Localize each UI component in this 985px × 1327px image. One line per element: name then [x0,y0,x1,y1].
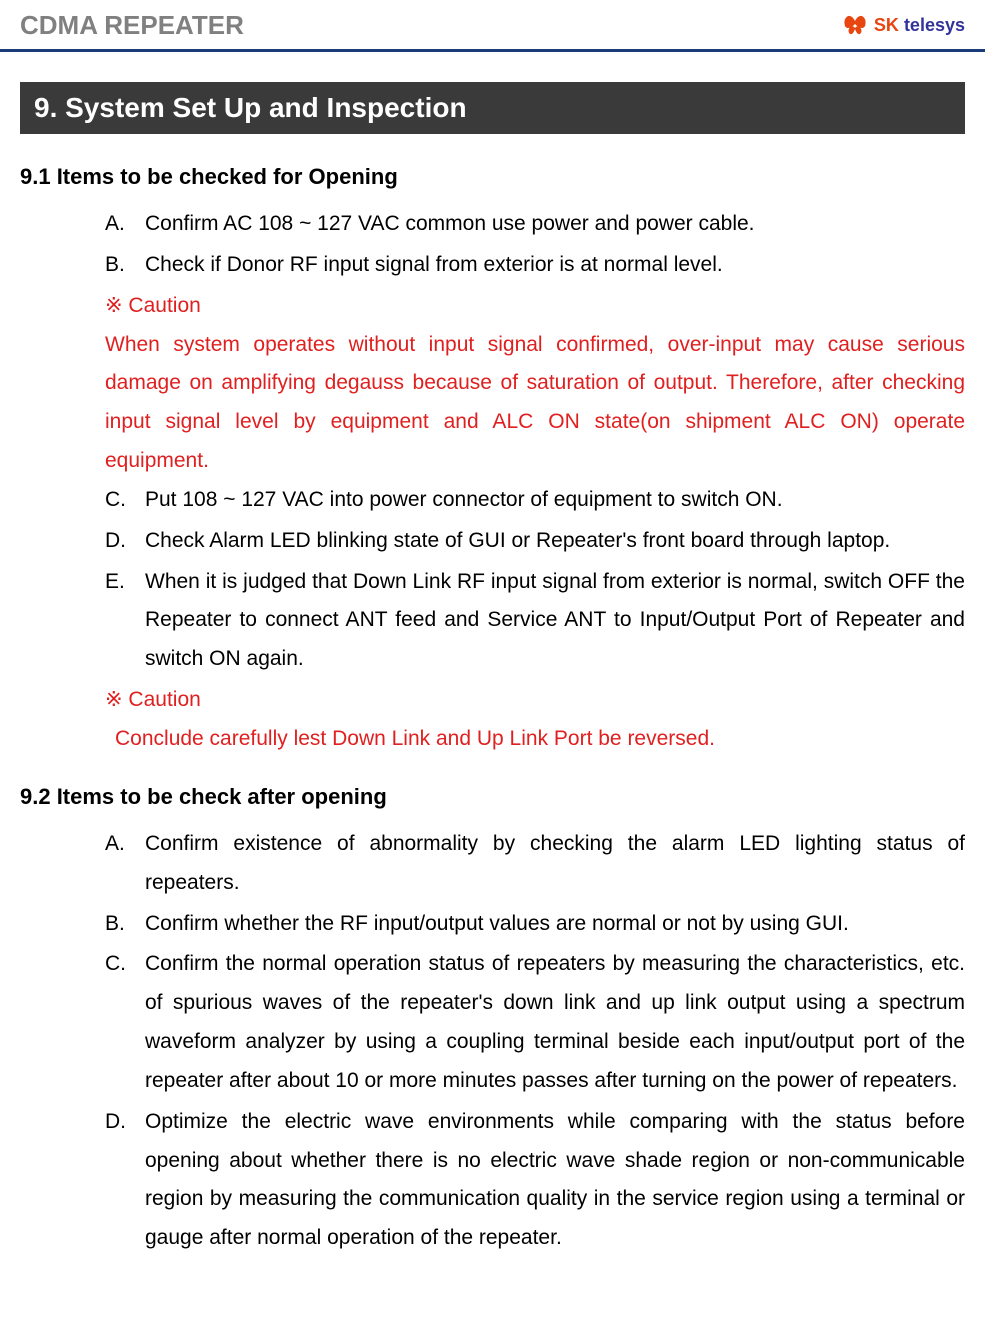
item-text: Put 108 ~ 127 VAC into power connector o… [145,488,783,511]
subsection-9-1: 9.1 Items to be checked for Opening A. C… [20,164,965,759]
list-item: C. Confirm the normal operation status o… [105,945,965,1100]
list-item: A. Confirm existence of abnormality by c… [105,825,965,903]
item-letter: C. [105,481,126,520]
logo-telesys-text: telesys [899,15,965,35]
butterfly-icon [840,11,870,41]
item-text: When it is judged that Down Link RF inpu… [145,570,965,671]
item-letter: D. [105,1103,126,1142]
item-text: Confirm AC 108 ~ 127 VAC common use powe… [145,212,755,235]
list-item: D. Optimize the electric wave environmen… [105,1103,965,1258]
list-item: C. Put 108 ~ 127 VAC into power connecto… [105,481,965,520]
caution-text: When system operates without input signa… [20,326,965,481]
item-text: Confirm existence of abnormality by chec… [145,832,965,894]
caution-text: Conclude carefully lest Down Link and Up… [20,720,965,759]
caution-label: ※ Caution [20,681,965,720]
page-header: CDMA REPEATER SK telesys [0,0,985,52]
logo: SK telesys [840,11,965,41]
item-letter: A. [105,205,125,244]
item-list-9-1: A. Confirm AC 108 ~ 127 VAC common use p… [20,205,965,285]
item-list-9-2: A. Confirm existence of abnormality by c… [20,825,965,1258]
item-list-9-1-cont: C. Put 108 ~ 127 VAC into power connecto… [20,481,965,679]
list-item: A. Confirm AC 108 ~ 127 VAC common use p… [105,205,965,244]
section-header: 9. System Set Up and Inspection [20,82,965,134]
item-letter: C. [105,945,126,984]
list-item: B. Confirm whether the RF input/output v… [105,905,965,944]
subsection-9-1-title: 9.1 Items to be checked for Opening [20,164,965,190]
item-letter: A. [105,825,125,864]
item-text: Check Alarm LED blinking state of GUI or… [145,529,890,552]
caution-label: ※ Caution [20,287,965,326]
item-text: Confirm the normal operation status of r… [145,952,965,1092]
item-text: Optimize the electric wave environments … [145,1110,965,1250]
list-item: B. Check if Donor RF input signal from e… [105,246,965,285]
header-title: CDMA REPEATER [20,10,244,41]
item-letter: E. [105,563,125,602]
subsection-9-2-title: 9.2 Items to be check after opening [20,784,965,810]
list-item: E. When it is judged that Down Link RF i… [105,563,965,680]
item-letter: B. [105,246,125,285]
subsection-9-2: 9.2 Items to be check after opening A. C… [20,784,965,1258]
item-text: Check if Donor RF input signal from exte… [145,253,723,276]
item-letter: B. [105,905,125,944]
content-area: 9. System Set Up and Inspection 9.1 Item… [0,52,985,1303]
item-letter: D. [105,522,126,561]
logo-text: SK telesys [874,15,965,36]
logo-sk-text: SK [874,15,899,35]
item-text: Confirm whether the RF input/output valu… [145,912,849,935]
list-item: D. Check Alarm LED blinking state of GUI… [105,522,965,561]
